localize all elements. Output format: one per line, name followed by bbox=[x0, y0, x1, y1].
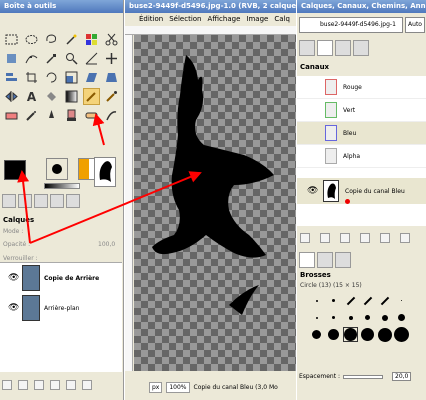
arrow-to-pencil bbox=[92, 113, 105, 146]
annotation-overlay bbox=[17, 113, 202, 244]
arrow-to-canvas bbox=[29, 171, 202, 244]
arrow-to-foreground bbox=[17, 170, 31, 244]
